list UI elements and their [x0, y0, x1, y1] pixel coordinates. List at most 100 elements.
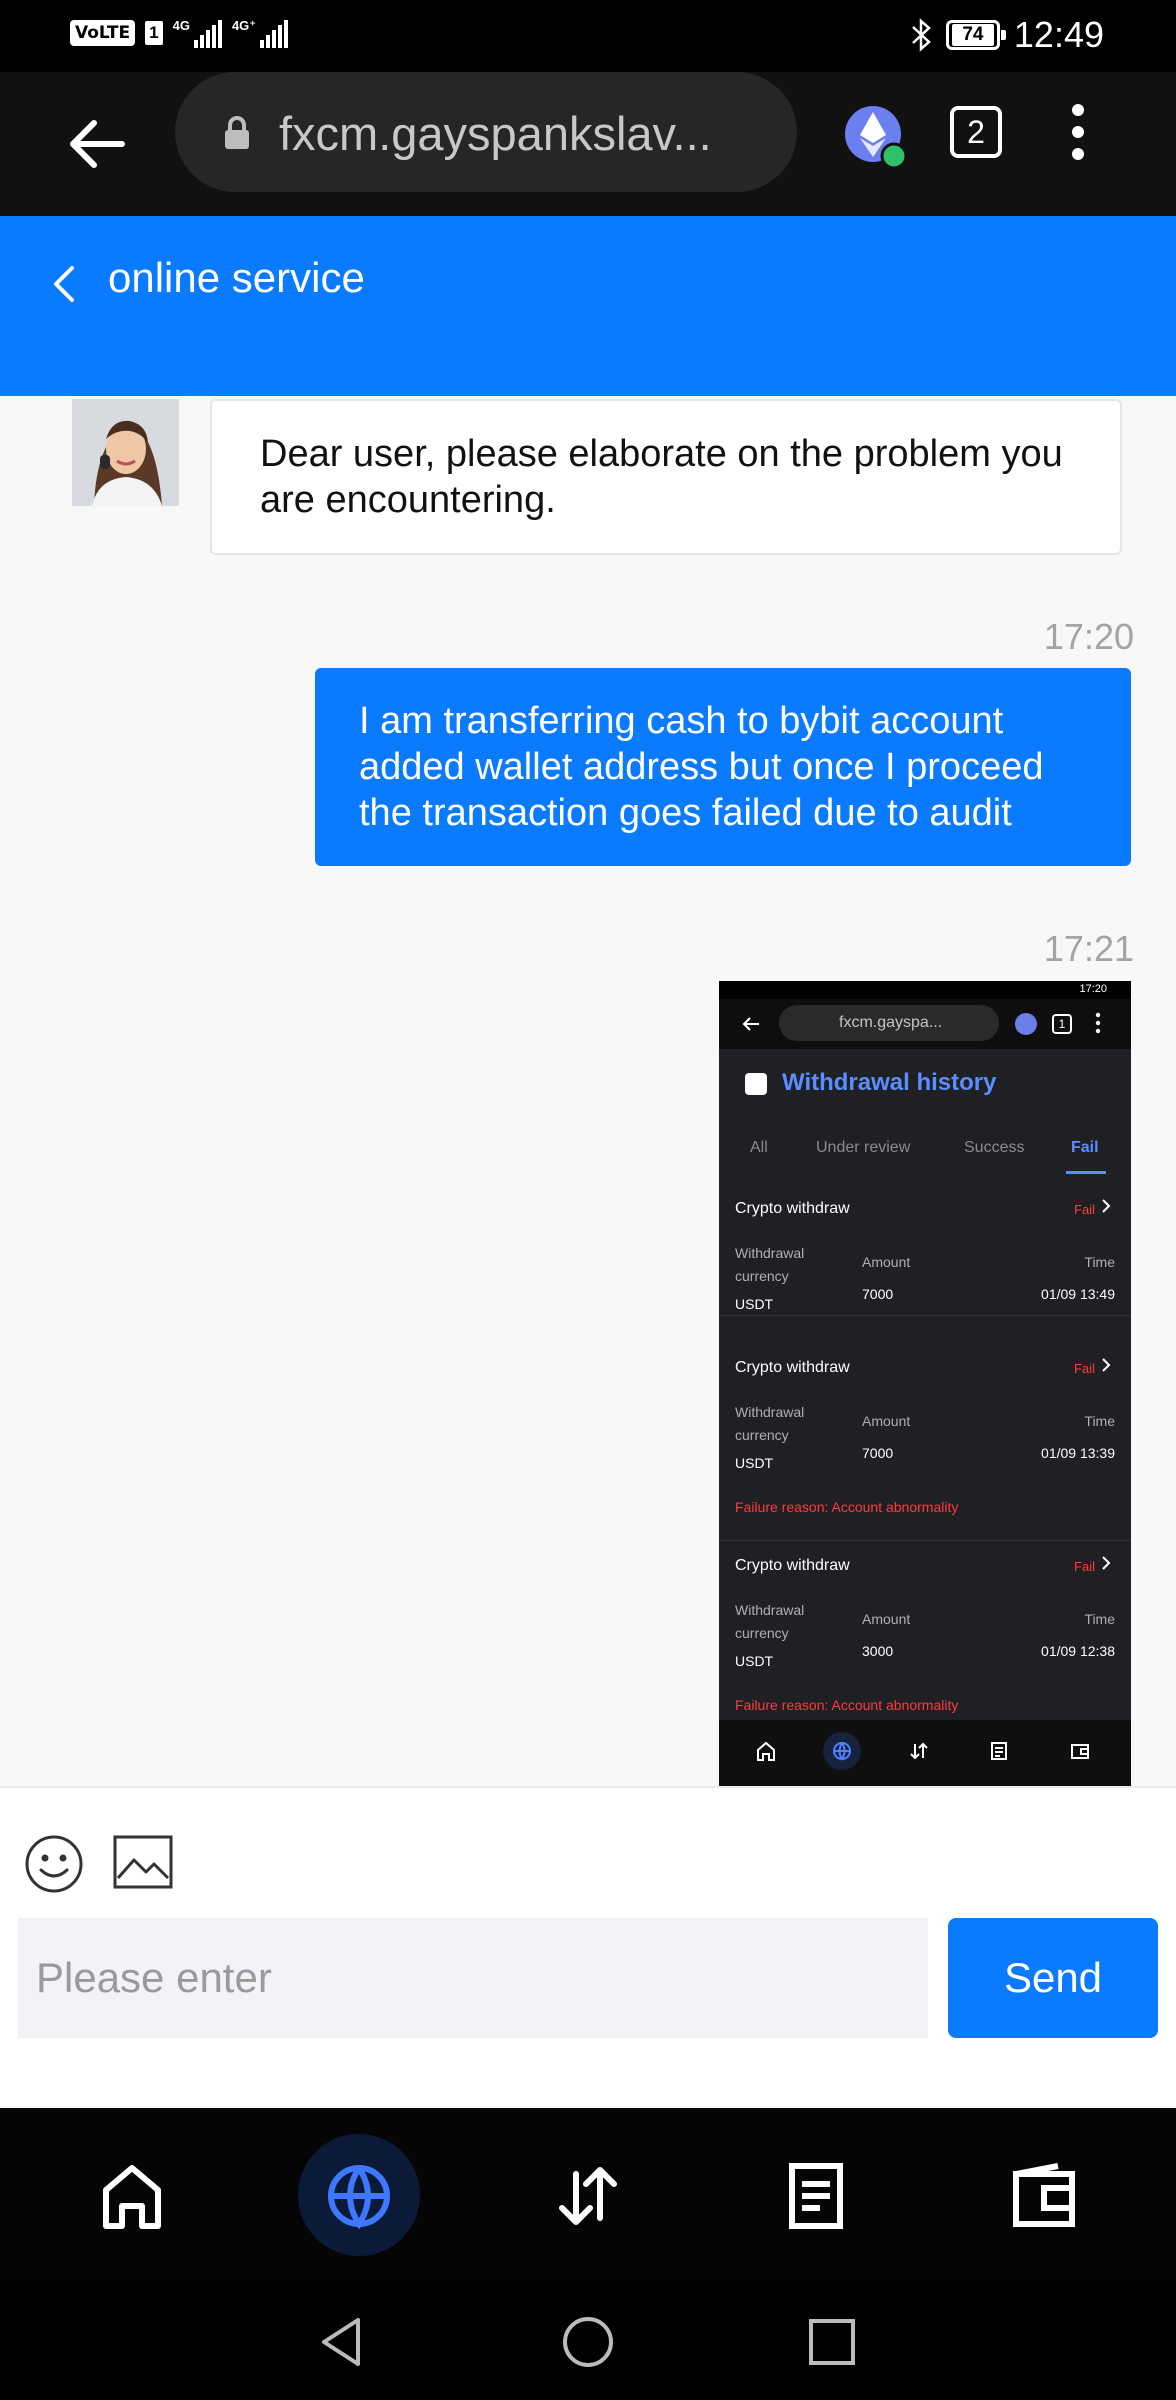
record-status: Fail — [1074, 1559, 1095, 1574]
image-upload-icon[interactable] — [112, 1834, 174, 1890]
user-message-bubble: I am transferring cash to bybit account … — [315, 668, 1131, 866]
record-currency: USDT — [735, 1296, 774, 1312]
network-type: 4G — [172, 18, 190, 33]
chat-messages[interactable]: Dear user, please elaborate on the probl… — [0, 396, 1176, 1786]
record-failure-reason: Failure reason: Account abnormality — [735, 1697, 959, 1713]
status-bar: VoLTE 1 4G 4G⁺ 74 12:49 — [0, 0, 1176, 72]
record-title: Crypto withdraw — [735, 1557, 850, 1574]
record-currency: USDT — [735, 1455, 774, 1471]
shot-title: Withdrawal history — [782, 1069, 997, 1096]
record-amount-label: Amount — [862, 1254, 911, 1270]
signal-icon-2: 4G⁺ — [231, 18, 289, 48]
record-time-label: Time — [1084, 1254, 1115, 1270]
shot-tab-fail: Fail — [1071, 1139, 1099, 1156]
shot-back-icon — [742, 1017, 759, 1031]
signal-icon: 4G — [173, 18, 222, 48]
system-navigation-bar — [0, 2280, 1176, 2400]
address-bar[interactable]: fxcm.gayspankslav... — [175, 72, 797, 192]
shot-globe-icon — [833, 1742, 851, 1761]
shot-more-icon — [1095, 1012, 1101, 1034]
message-composer: Send — [0, 1786, 1176, 2108]
shot-back-square-icon — [745, 1073, 767, 1095]
system-home-icon[interactable] — [558, 2312, 618, 2372]
status-right: 74 12:49 — [910, 14, 1104, 56]
status-left: VoLTE 1 4G 4G⁺ — [70, 18, 289, 48]
shot-document-icon — [991, 1742, 1007, 1760]
sim-number: 1 — [145, 21, 163, 45]
message-timestamp: 17:20 — [1043, 616, 1134, 657]
ethereum-wallet-icon[interactable] — [843, 104, 909, 170]
record-status: Fail — [1074, 1361, 1095, 1376]
back-chevron-icon[interactable] — [42, 254, 82, 314]
battery-icon: 74 — [945, 20, 1006, 50]
battery-level: 74 — [951, 24, 994, 46]
record-amount: 7000 — [862, 1286, 894, 1302]
record-amount-label: Amount — [862, 1413, 911, 1429]
shot-ethereum-icon — [1015, 1013, 1037, 1035]
shot-transfer-icon — [910, 1742, 928, 1760]
message-input[interactable] — [18, 1918, 928, 2038]
wallet-icon[interactable] — [1004, 2156, 1084, 2236]
browser-toolbar: fxcm.gayspankslav... 2 — [0, 72, 1176, 216]
transfer-icon[interactable] — [548, 2156, 628, 2236]
shot-status-bar: 17:20 — [719, 981, 1131, 999]
record-currency-label: Withdrawal currency — [735, 1404, 805, 1443]
shot-tab-success: Success — [964, 1139, 1025, 1156]
record-title: Crypto withdraw — [735, 1359, 850, 1376]
record-time-label: Time — [1084, 1611, 1115, 1627]
chevron-right-icon — [1102, 1358, 1111, 1372]
chevron-right-icon — [1102, 1199, 1111, 1213]
record-amount-label: Amount — [862, 1611, 911, 1627]
shot-tab-all: All — [750, 1139, 768, 1156]
record-amount: 7000 — [862, 1445, 894, 1461]
record-amount: 3000 — [862, 1643, 894, 1659]
lock-icon — [225, 116, 249, 149]
home-icon[interactable] — [92, 2156, 172, 2236]
tabs-count-button[interactable]: 2 — [950, 106, 1002, 158]
page-title: online service — [108, 254, 365, 301]
globe-icon[interactable] — [319, 2156, 399, 2236]
message-timestamp: 17:21 — [1043, 928, 1134, 969]
record-time: 01/09 12:38 — [1041, 1643, 1115, 1659]
record-title: Crypto withdraw — [735, 1200, 850, 1217]
bluetooth-icon — [912, 18, 931, 52]
bottom-navigation — [0, 2108, 1176, 2280]
shot-bottom-nav — [719, 1720, 1131, 1786]
emoji-icon[interactable] — [24, 1834, 84, 1894]
shot-home-icon — [757, 1741, 775, 1761]
agent-message-bubble: Dear user, please elaborate on the probl… — [210, 399, 1122, 555]
send-button[interactable]: Send — [948, 1918, 1158, 2038]
shot-record: Crypto withdraw Fail Withdrawal currency… — [719, 1543, 1131, 1723]
shot-wallet-icon — [1071, 1744, 1089, 1759]
more-options-icon[interactable] — [1060, 100, 1096, 164]
record-status: Fail — [1074, 1202, 1095, 1217]
message-text: I am transferring cash to bybit account … — [359, 700, 1044, 834]
system-recents-icon[interactable] — [802, 2312, 862, 2372]
volte-badge: VoLTE — [70, 20, 136, 46]
system-back-icon[interactable] — [312, 2312, 372, 2372]
shot-browser-bar: fxcm.gayspa... 1 — [719, 999, 1131, 1049]
record-time-label: Time — [1084, 1413, 1115, 1429]
record-currency: USDT — [735, 1653, 774, 1669]
record-currency-label: Withdrawal currency — [735, 1245, 805, 1284]
app-header: online service — [0, 216, 1176, 396]
agent-avatar — [72, 399, 179, 506]
chevron-right-icon — [1102, 1556, 1111, 1570]
record-currency-label: Withdrawal currency — [735, 1602, 805, 1641]
browser-back-icon[interactable] — [60, 104, 140, 184]
shot-record: Crypto withdraw Fail Withdrawal currency… — [719, 1345, 1131, 1541]
record-time: 01/09 13:39 — [1041, 1445, 1115, 1461]
image-message[interactable]: 17:20 fxcm.gayspa... 1 Withdrawal histor… — [719, 981, 1131, 1786]
shot-tab-under-review: Under review — [816, 1139, 911, 1156]
network-type-2: 4G⁺ — [231, 18, 257, 33]
shot-url: fxcm.gayspa... — [839, 1014, 943, 1031]
document-icon[interactable] — [776, 2156, 856, 2236]
url-text: fxcm.gayspankslav... — [279, 107, 712, 160]
shot-status-time: 17:20 — [1079, 983, 1107, 995]
record-failure-reason: Failure reason: Account abnormality — [735, 1499, 959, 1515]
message-text: Dear user, please elaborate on the probl… — [260, 433, 1063, 521]
shot-tab-count: 1 — [1052, 1014, 1072, 1034]
status-time: 12:49 — [1013, 14, 1104, 55]
shot-record: Crypto withdraw Fail Withdrawal currency… — [719, 1186, 1131, 1316]
shot-address-bar: fxcm.gayspa... — [779, 1005, 999, 1041]
